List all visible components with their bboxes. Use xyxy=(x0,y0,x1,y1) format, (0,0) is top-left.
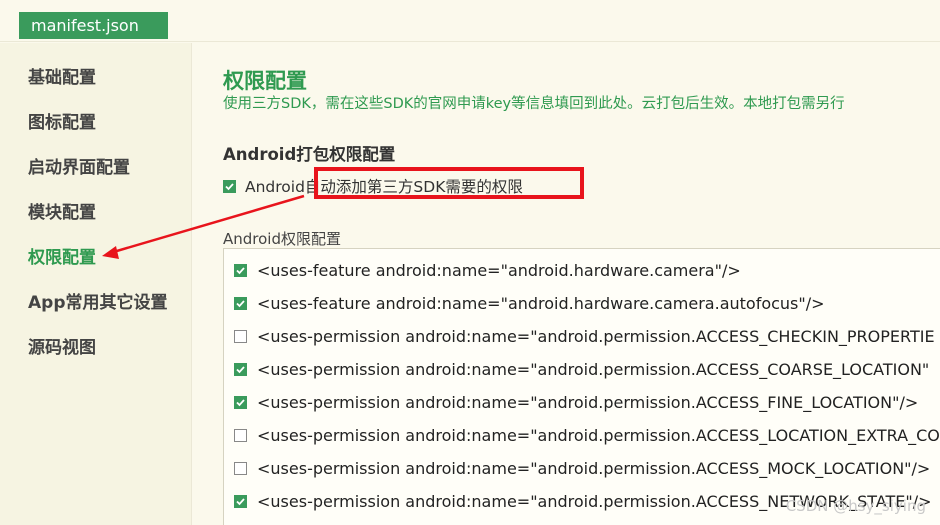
auto-add-label: Android自动添加第三方SDK需要的权限 xyxy=(245,178,523,196)
permission-label: <uses-permission android:name="android.p… xyxy=(257,392,919,412)
checkmark-icon xyxy=(236,497,245,505)
permission-checkbox[interactable] xyxy=(234,461,247,475)
auto-add-permissions-option[interactable]: Android自动添加第三方SDK需要的权限 xyxy=(223,175,523,197)
sidebar-item-permission-config[interactable]: 权限配置 xyxy=(28,243,96,268)
permission-label: <uses-permission android:name="android.p… xyxy=(257,326,935,346)
permission-row[interactable]: <uses-feature android:name="android.hard… xyxy=(234,259,741,281)
permissions-list[interactable]: <uses-feature android:name="android.hard… xyxy=(223,248,940,525)
permission-label: <uses-feature android:name="android.hard… xyxy=(257,293,825,313)
permission-label: <uses-feature android:name="android.hard… xyxy=(257,260,741,280)
permission-label: <uses-permission android:name="android.p… xyxy=(257,458,931,478)
permission-row[interactable]: <uses-permission android:name="android.p… xyxy=(234,457,930,479)
permission-checkbox[interactable] xyxy=(234,362,247,376)
auto-add-checkbox[interactable] xyxy=(223,179,236,193)
checkmark-icon xyxy=(236,398,245,406)
permission-row[interactable]: <uses-permission android:name="android.p… xyxy=(234,424,940,446)
permission-checkbox[interactable] xyxy=(234,263,247,277)
sidebar-item-source-view[interactable]: 源码视图 xyxy=(28,333,96,358)
permission-checkbox[interactable] xyxy=(234,395,247,409)
checkmark-icon xyxy=(236,266,245,274)
checkmark-icon xyxy=(236,365,245,373)
permission-checkbox[interactable] xyxy=(234,494,247,508)
main-panel: 权限配置 使用三方SDK，需在这些SDK的官网申请key等信息填回到此处。云打包… xyxy=(193,43,940,525)
watermark: CSDN @hsy_siying xyxy=(785,497,926,515)
sidebar-item-module-config[interactable]: 模块配置 xyxy=(28,198,96,223)
sidebar-item-basic-config[interactable]: 基础配置 xyxy=(28,63,96,88)
tab-manifest-json[interactable]: manifest.json xyxy=(19,12,168,39)
permission-row[interactable]: <uses-feature android:name="android.hard… xyxy=(234,292,825,314)
permission-label: <uses-permission android:name="android.p… xyxy=(257,359,930,379)
page-title: 权限配置 xyxy=(223,69,307,93)
permissions-label: Android权限配置 xyxy=(223,230,341,248)
permission-row[interactable]: <uses-permission android:name="android.p… xyxy=(234,391,918,413)
tab-bar: manifest.json xyxy=(0,0,940,42)
sidebar-item-app-other-settings[interactable]: App常用其它设置 xyxy=(28,288,168,313)
sidebar-item-icon-config[interactable]: 图标配置 xyxy=(28,108,96,133)
permission-checkbox[interactable] xyxy=(234,428,247,442)
permission-checkbox[interactable] xyxy=(234,296,247,310)
permission-row[interactable]: <uses-permission android:name="android.p… xyxy=(234,358,929,380)
sidebar-item-splash-config[interactable]: 启动界面配置 xyxy=(28,153,130,178)
page-description: 使用三方SDK，需在这些SDK的官网申请key等信息填回到此处。云打包后生效。本… xyxy=(223,96,845,112)
sidebar: 基础配置 图标配置 启动界面配置 模块配置 权限配置 App常用其它设置 源码视… xyxy=(0,43,192,525)
permission-checkbox[interactable] xyxy=(234,329,247,343)
checkmark-icon xyxy=(236,299,245,307)
section-title: Android打包权限配置 xyxy=(223,145,396,164)
permission-label: <uses-permission android:name="android.p… xyxy=(257,425,940,445)
permission-row[interactable]: <uses-permission android:name="android.p… xyxy=(234,325,935,347)
checkmark-icon xyxy=(225,182,234,190)
